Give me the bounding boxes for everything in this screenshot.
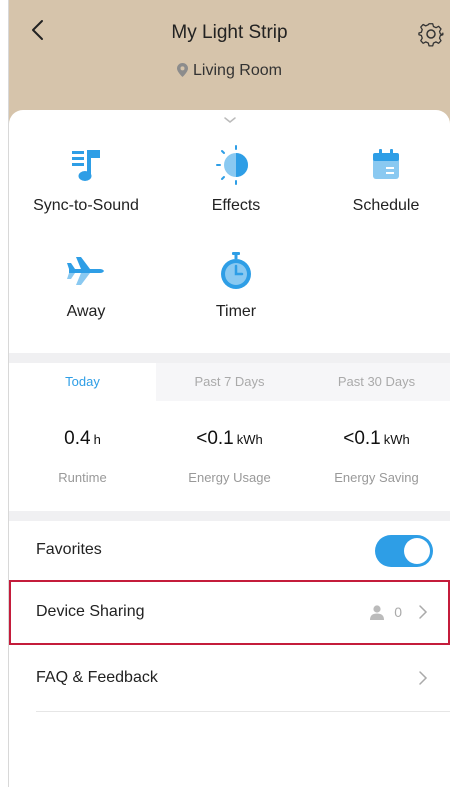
- chevron-down-icon[interactable]: [223, 116, 236, 124]
- effects-label: Effects: [211, 197, 261, 214]
- away-label: Away: [66, 303, 106, 320]
- section-divider: [9, 511, 450, 521]
- energy-usage-value: <0.1: [196, 428, 234, 449]
- sync-to-sound-label: Sync-to-Sound: [33, 197, 139, 214]
- tab-today[interactable]: Today: [9, 363, 156, 401]
- tab-past-7-days[interactable]: Past 7 Days: [156, 363, 303, 401]
- energy-saving-value: <0.1: [343, 428, 381, 449]
- away-button[interactable]: Away: [11, 251, 161, 321]
- selection-highlight: [9, 580, 450, 645]
- runtime-stat: 0.4 h Runtime: [9, 428, 156, 485]
- map-pin-icon: [177, 63, 189, 77]
- energy-usage-stat: <0.1 kWh Energy Usage: [156, 428, 303, 485]
- timer-label: Timer: [215, 303, 257, 320]
- gear-icon[interactable]: [418, 21, 444, 47]
- period-tabs: Today Past 7 Days Past 30 Days: [9, 363, 450, 401]
- half-sun-icon: [216, 145, 248, 185]
- music-note-icon: [72, 150, 100, 181]
- device-location: Living Room: [9, 62, 450, 80]
- chevron-right-icon: [419, 671, 428, 685]
- faq-feedback-label: FAQ & Feedback: [36, 669, 158, 686]
- sync-to-sound-button[interactable]: Sync-to-Sound: [11, 145, 161, 215]
- device-header: My Light Strip Living Room: [9, 0, 450, 125]
- stopwatch-icon: [221, 252, 251, 289]
- airplane-icon: [67, 257, 104, 285]
- runtime-unit: h: [93, 432, 101, 447]
- schedule-label: Schedule: [352, 197, 420, 214]
- effects-button[interactable]: Effects: [161, 145, 311, 215]
- schedule-button[interactable]: Schedule: [311, 145, 450, 215]
- favorites-toggle[interactable]: [375, 535, 433, 567]
- energy-saving-label: Energy Saving: [334, 470, 419, 485]
- tab-past-30-days[interactable]: Past 30 Days: [303, 363, 450, 401]
- page-title: My Light Strip: [171, 22, 288, 43]
- favorites-label: Favorites: [36, 541, 102, 558]
- runtime-value: 0.4: [64, 428, 91, 449]
- calendar-icon: [373, 149, 399, 179]
- section-divider: [9, 353, 450, 363]
- runtime-label: Runtime: [58, 470, 107, 485]
- energy-saving-unit: kWh: [383, 432, 410, 447]
- row-divider: [36, 711, 450, 712]
- energy-usage-unit: kWh: [236, 432, 263, 447]
- energy-saving-stat: <0.1 kWh Energy Saving: [303, 428, 450, 485]
- toggle-knob: [404, 538, 430, 564]
- location-label: Living Room: [193, 62, 282, 79]
- timer-button[interactable]: Timer: [161, 251, 311, 321]
- favorites-row: Favorites: [9, 522, 450, 578]
- faq-feedback-row[interactable]: FAQ & Feedback: [9, 650, 450, 706]
- energy-usage-label: Energy Usage: [188, 470, 271, 485]
